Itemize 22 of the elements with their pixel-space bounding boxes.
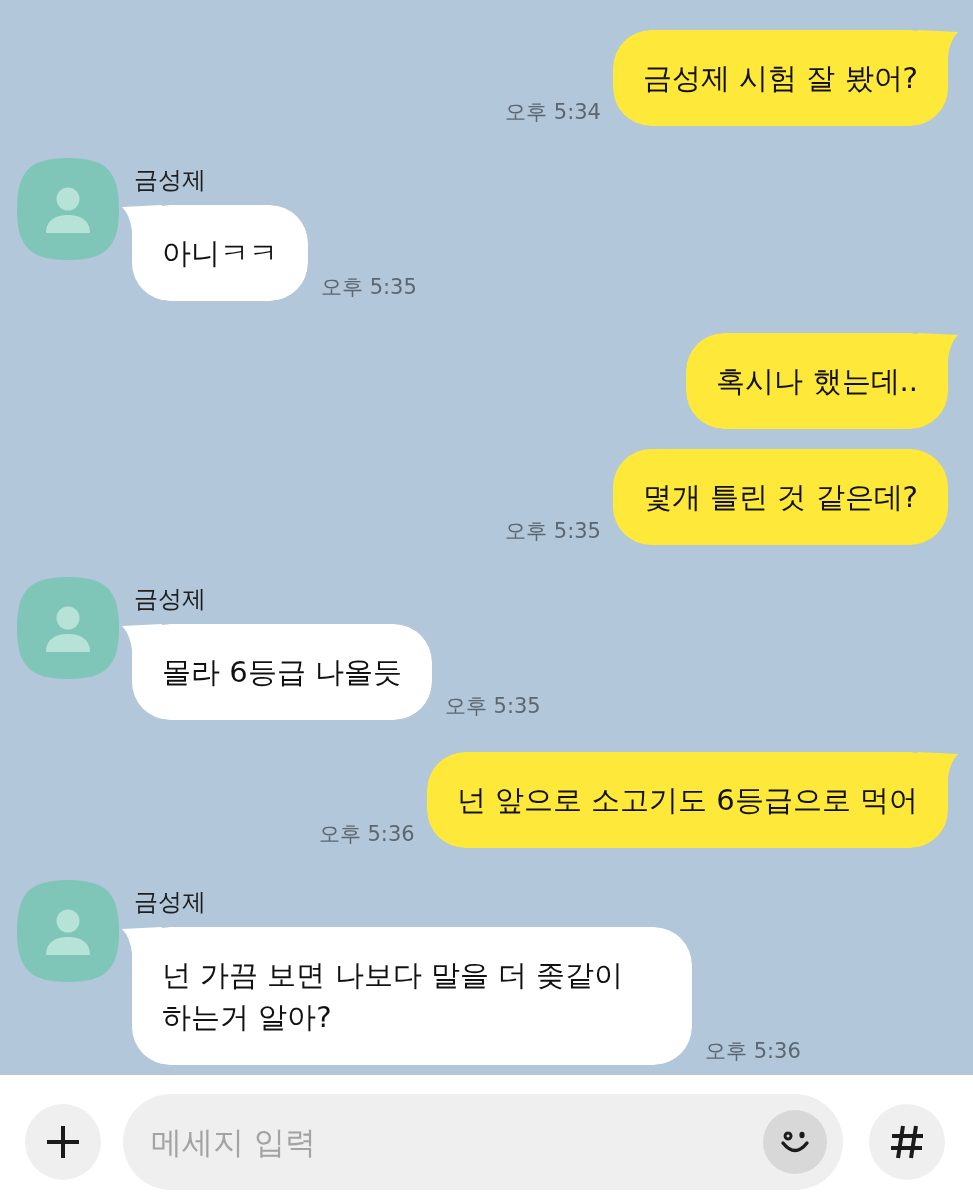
message-bubble: 몇개 틀린 것 같은데? — [612, 449, 948, 545]
timestamp: 오후 5:36 — [705, 1038, 801, 1064]
avatar-icon — [17, 880, 119, 982]
message-bubble: 몰라 6등급 나올듯 — [122, 624, 432, 720]
timestamp: 오후 5:34 — [505, 99, 601, 125]
avatar-icon — [17, 158, 119, 260]
message-bubble: 혹시나 했는데.. — [686, 333, 958, 429]
sender-name: 금성제 — [134, 166, 206, 194]
timestamp: 오후 5:35 — [505, 518, 601, 544]
timestamp: 오후 5:35 — [444, 693, 541, 719]
message-bubble: 아니ㅋㅋ — [122, 205, 308, 301]
message-bubble: 넌 앞으로 소고기도 6등급으로 먹어 — [426, 752, 958, 848]
message-bubble: 금성제 시험 잘 봤어? — [612, 30, 958, 126]
hash-icon — [889, 1123, 925, 1160]
plus-icon — [45, 1123, 81, 1160]
sender-name: 금성제 — [134, 585, 206, 613]
avatar-icon — [17, 577, 119, 679]
message-bubble: 넌 가끔 보면 나보다 말을 더 좆같이 하는거 알아? — [122, 927, 692, 1065]
timestamp: 오후 5:36 — [318, 821, 415, 847]
sender-name: 금성제 — [134, 888, 206, 916]
timestamp: 오후 5:35 — [321, 274, 417, 300]
message-input[interactable]: 메세지 입력 — [123, 1093, 843, 1190]
